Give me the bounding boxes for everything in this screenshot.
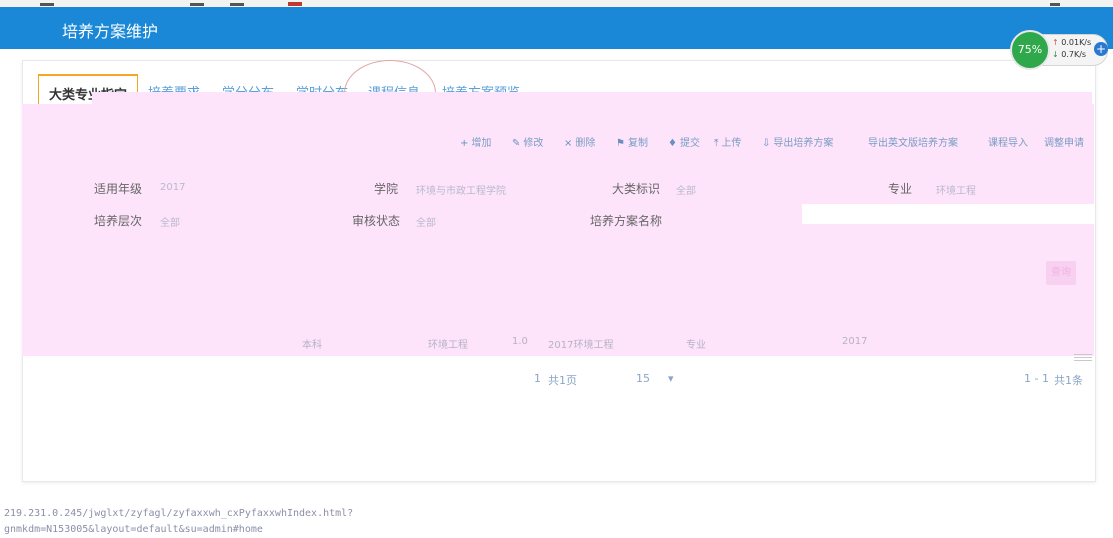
- copy-button[interactable]: ⚑ 复制: [616, 134, 648, 149]
- edit-label: 修改: [523, 138, 544, 149]
- edit-button[interactable]: ✎ 修改: [512, 134, 543, 149]
- arrow-down-icon: ↓: [1052, 50, 1059, 59]
- page-size-select[interactable]: 15: [636, 372, 650, 385]
- submit-button[interactable]: ♦ 提交: [668, 134, 700, 149]
- record-count: 共1条: [1054, 374, 1083, 387]
- course-import-button[interactable]: 课程导入: [988, 134, 1028, 149]
- submit-label: 提交: [679, 138, 700, 149]
- upload-icon: ⤒: [714, 138, 719, 149]
- audit-status-select[interactable]: 全部: [416, 214, 436, 229]
- export-english-label: 导出英文版培养方案: [868, 138, 958, 149]
- cpu-usage-indicator[interactable]: 75%: [1010, 30, 1050, 70]
- cell-type: 专业: [686, 340, 706, 351]
- submit-icon: ♦: [668, 138, 677, 149]
- record-range: 1 - 1: [1024, 372, 1049, 385]
- level-select[interactable]: 全部: [160, 214, 180, 229]
- page-title: 培养方案维护: [62, 22, 159, 41]
- window-control-mark: [230, 3, 244, 6]
- page-number[interactable]: 1: [534, 372, 541, 385]
- add-label: 增加: [471, 138, 492, 149]
- cell-level: 本科: [302, 340, 322, 351]
- copy-label: 复制: [627, 138, 648, 149]
- window-control-mark: [288, 2, 302, 6]
- edit-icon: ✎: [512, 138, 521, 149]
- export-icon: ⇩: [762, 138, 771, 149]
- plan-name-label: 培养方案名称: [590, 214, 663, 228]
- delete-label: 删除: [575, 138, 596, 149]
- cell-year: 2017: [842, 336, 868, 347]
- chevron-down-icon[interactable]: ▾: [668, 372, 674, 385]
- search-button[interactable]: 查询: [1046, 261, 1076, 285]
- course-import-label: 课程导入: [988, 138, 1028, 149]
- header-bar: 培养方案维护: [0, 7, 1113, 49]
- upload-label: 上传: [721, 138, 742, 149]
- export-english-button[interactable]: 导出英文版培养方案: [868, 134, 958, 149]
- year-select[interactable]: 2017: [160, 182, 185, 193]
- plus-icon[interactable]: +: [1094, 42, 1108, 56]
- window-control-mark: [1050, 3, 1060, 6]
- college-label: 学院: [374, 182, 399, 196]
- flag-icon: ⚑: [616, 138, 625, 149]
- page-total: 共1页: [548, 374, 577, 387]
- level-label: 培养层次: [94, 214, 143, 228]
- category-label: 大类标识: [612, 182, 661, 196]
- major-label: 专业: [888, 182, 913, 196]
- cell-plan-name[interactable]: 2017环境工程: [548, 336, 613, 351]
- window-control-mark: [40, 3, 54, 6]
- upload-speed-value: 0.01K/s: [1061, 38, 1092, 47]
- delete-icon: ×: [564, 138, 573, 149]
- export-plan-label: 导出培养方案: [773, 138, 834, 149]
- audit-status-label: 审核状态: [352, 214, 401, 228]
- column-settings-handle[interactable]: [1074, 354, 1092, 362]
- status-bar-url: 219.231.0.245/jwglxt/zyfagl/zyfaxxwh_cxP…: [4, 508, 354, 535]
- window-top-strip: [0, 0, 1113, 7]
- upload-button[interactable]: ⤒ 上传: [714, 134, 741, 149]
- window-control-mark: [190, 3, 204, 6]
- adjust-apply-label: 调整申请: [1044, 138, 1084, 149]
- download-speed-value: 0.7K/s: [1061, 50, 1087, 59]
- adjust-apply-button[interactable]: 调整申请: [1044, 134, 1084, 149]
- upload-speed: ↑ 0.01K/s: [1052, 38, 1091, 47]
- export-plan-button[interactable]: ⇩ 导出培养方案: [762, 134, 833, 149]
- cell-major: 环境工程: [428, 340, 468, 351]
- download-speed: ↓ 0.7K/s: [1052, 50, 1086, 59]
- college-select[interactable]: 环境与市政工程学院: [416, 182, 506, 197]
- delete-button[interactable]: × 删除: [564, 134, 595, 149]
- cell-version: 1.0: [512, 336, 528, 347]
- category-select[interactable]: 全部: [676, 182, 696, 197]
- arrow-up-icon: ↑: [1052, 38, 1059, 47]
- add-button[interactable]: + 增加: [460, 134, 491, 149]
- plus-icon: +: [460, 138, 469, 149]
- year-label: 适用年级: [94, 182, 143, 196]
- major-select[interactable]: 环境工程: [936, 182, 976, 197]
